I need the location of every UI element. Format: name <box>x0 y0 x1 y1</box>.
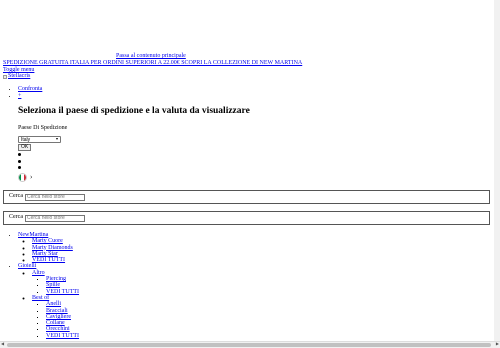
country-flag-button[interactable]: › <box>18 173 32 182</box>
menu-link[interactable]: Collane <box>46 320 65 326</box>
search-form: Cerca <box>3 190 490 204</box>
bullet-icon <box>18 166 21 169</box>
compare-link[interactable]: Confronta <box>18 86 42 92</box>
menu-link[interactable]: VEDI TUTTI <box>46 333 79 339</box>
search-label: Cerca <box>9 214 23 221</box>
main-menu: NewMartina Marty Cuore Marty Diamonds Ma… <box>18 232 79 339</box>
scroll-left-icon[interactable]: ◀ <box>1 341 4 347</box>
menu-link[interactable]: VEDI TUTTI <box>32 257 65 263</box>
menu-link[interactable]: Altro <box>32 270 45 276</box>
italy-flag-icon <box>18 173 27 182</box>
menu-link[interactable]: NewMartina <box>18 232 48 238</box>
chevron-right-icon: › <box>30 173 33 182</box>
menu-link[interactable]: Piercing <box>46 276 66 282</box>
search-input[interactable] <box>25 214 85 222</box>
list-item: + <box>18 93 42 100</box>
logo-alt-text: Stellacris <box>8 73 31 79</box>
horizontal-scrollbar[interactable]: ◀ ▶ <box>0 341 500 348</box>
menu-link[interactable]: Best of <box>32 295 49 301</box>
empty-link[interactable]: + <box>18 93 21 99</box>
menu-link[interactable]: Gioielli <box>18 263 36 269</box>
shipping-title: Seleziona il paese di spedizione e la va… <box>18 106 250 116</box>
ok-button[interactable]: OK <box>18 143 32 151</box>
menu-link[interactable]: Marty Star <box>32 251 58 257</box>
menu-link[interactable]: Orecchini <box>46 326 70 332</box>
submenu-item-best-of: Best of Anelli Bracciali Cavigliere Coll… <box>32 295 79 339</box>
menu-link[interactable]: Spille <box>46 282 60 288</box>
broken-image-icon <box>3 74 7 79</box>
top-links-list: Confronta + <box>18 86 42 100</box>
shipping-country-label: Paese Di Spedizione <box>18 125 68 131</box>
search-label: Cerca <box>9 193 23 200</box>
logo-link[interactable]: Stellacris <box>3 73 30 80</box>
submenu-item-altro: Altro Piercing Spille VEDI TUTTI <box>32 270 79 295</box>
menu-link[interactable]: VEDI TUTTI <box>46 289 79 295</box>
submenu-item: VEDI TUTTI <box>46 333 79 339</box>
country-select[interactable]: Italy ▾ <box>18 136 61 143</box>
scroll-right-icon[interactable]: ▶ <box>496 341 499 347</box>
menu-item-newmartina: NewMartina Marty Cuore Marty Diamonds Ma… <box>18 232 79 263</box>
menu-link[interactable]: Cavigliere <box>46 314 71 320</box>
search-form: Cerca <box>3 211 490 225</box>
scrollbar-thumb[interactable] <box>7 343 491 347</box>
submenu-item: VEDI TUTTI <box>46 289 79 295</box>
bullet-icon <box>18 160 21 163</box>
chevron-down-icon: ▾ <box>55 136 58 142</box>
country-select-value: Italy <box>21 136 31 143</box>
menu-link[interactable]: Bracciali <box>46 308 68 314</box>
menu-link[interactable]: Marty Diamonds <box>32 245 73 251</box>
bullet-icon <box>18 153 21 156</box>
list-item: Confronta <box>18 86 42 93</box>
menu-link[interactable]: Anelli <box>46 301 61 307</box>
search-input[interactable] <box>25 193 85 201</box>
promo-banner-link[interactable]: SPEDIZIONE GRATUITA ITALIA PER ORDINI SU… <box>3 60 302 67</box>
menu-link[interactable]: Marty Cuore <box>32 238 63 244</box>
vertical-scrollbar[interactable] <box>494 0 500 341</box>
menu-item-gioielli: Gioielli Altro Piercing Spille VEDI TUTT… <box>18 263 79 339</box>
